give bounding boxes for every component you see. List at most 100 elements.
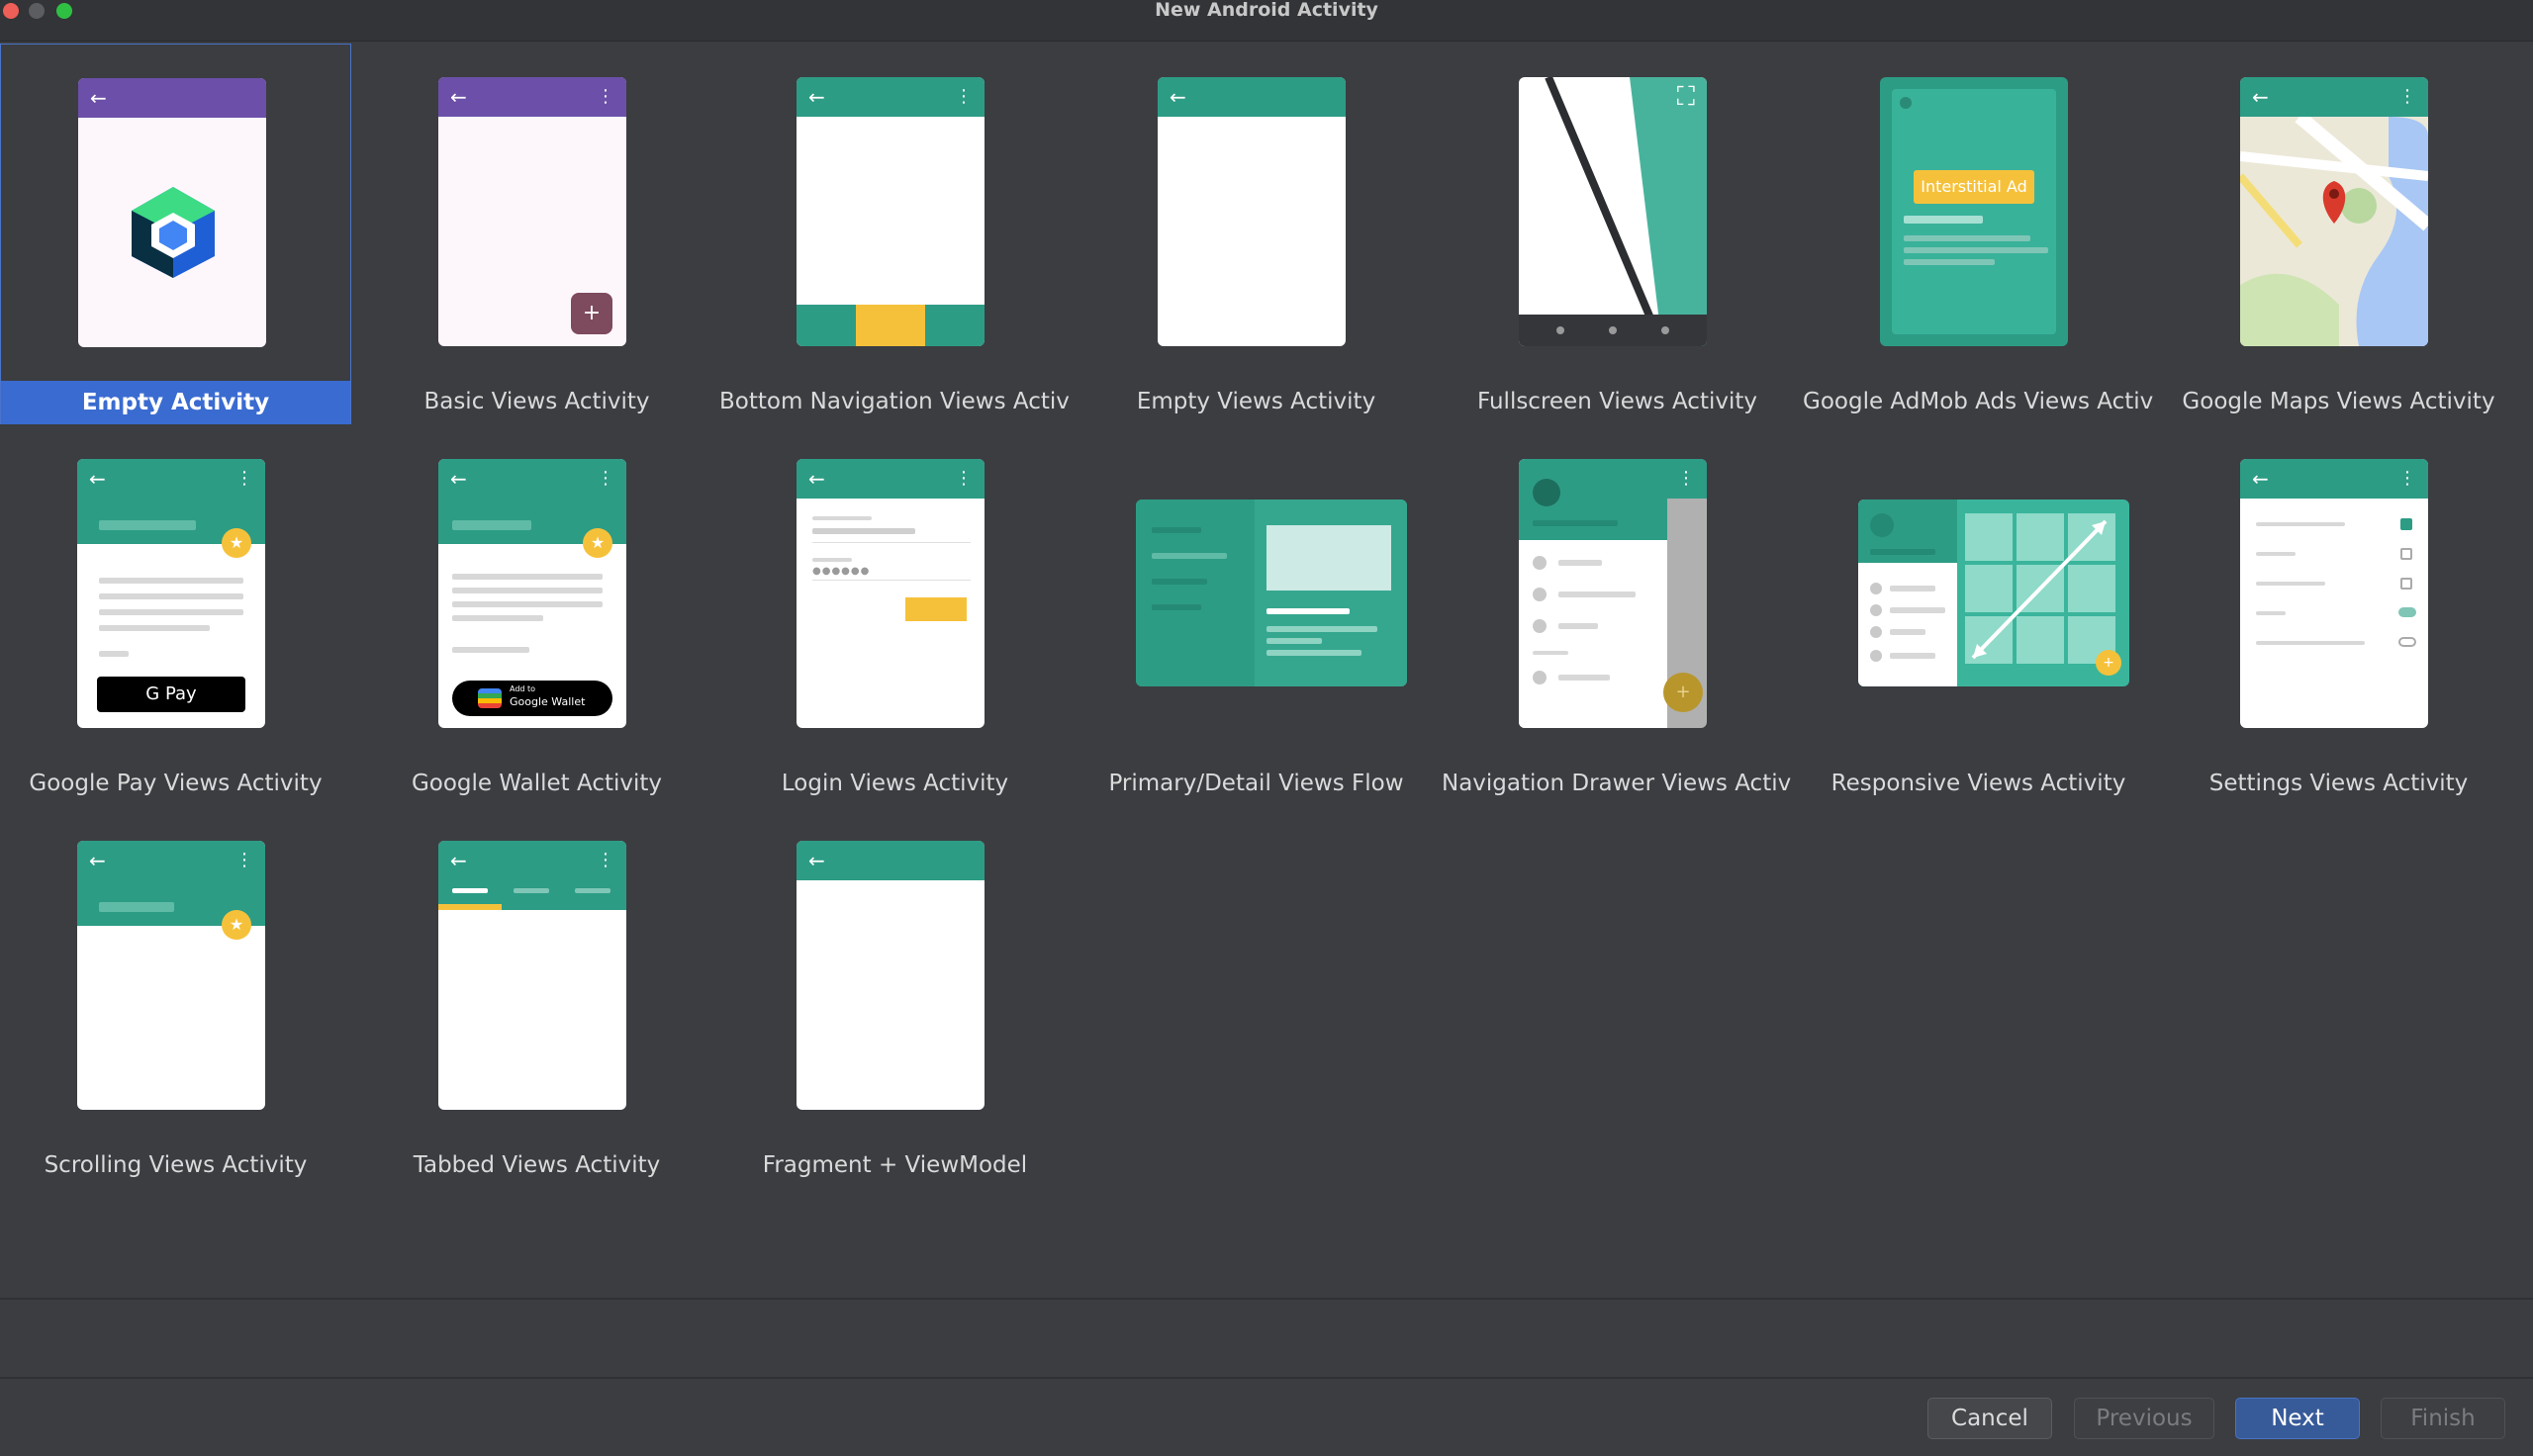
back-arrow-icon: ← — [2252, 467, 2269, 491]
template-grid: ← Empty Activity ← ⋮ + Basic Views Activi… — [0, 44, 2533, 1296]
template-empty-views-activity[interactable]: ← Empty Views Activity — [1080, 44, 1432, 424]
template-label: Google Maps Views Activity — [2182, 389, 2495, 414]
template-label: Fragment + ViewModel — [762, 1152, 1028, 1178]
back-arrow-icon: ← — [450, 849, 467, 872]
template-thumbnail: + — [1858, 500, 2129, 686]
checkbox-checked-icon — [2400, 518, 2412, 530]
template-label: Empty Views Activity — [1136, 389, 1376, 414]
template-thumbnail: ← — [797, 841, 985, 1110]
template-thumbnail: ← ⋮ + — [438, 77, 626, 346]
template-label: Responsive Views Activity — [1830, 771, 2126, 796]
login-button — [905, 597, 967, 621]
detail-pane — [1255, 500, 1407, 686]
template-label: Settings Views Activity — [2208, 771, 2469, 796]
overflow-menu-icon: ⋮ — [2398, 86, 2416, 107]
template-responsive-views-activity[interactable]: + Responsive Views Activity — [1803, 425, 2154, 806]
template-thumbnail: ← ⋮ — [438, 841, 626, 1110]
fullscreen-graphic — [1519, 77, 1707, 346]
overflow-menu-icon: ⋮ — [955, 468, 973, 489]
cancel-button[interactable]: Cancel — [1927, 1398, 2052, 1439]
template-thumbnail: ← ⛶ — [1519, 77, 1707, 346]
template-thumbnail: ← ⋮ ●●●●●● — [797, 459, 985, 728]
template-tabbed-views-activity[interactable]: ← ⋮ Tabbed Views Activity — [361, 807, 712, 1188]
template-settings-views-activity[interactable]: ← ⋮ Settings Views Activity — [2163, 425, 2514, 806]
template-thumbnail: ← ⋮ — [2240, 459, 2428, 728]
compose-logo-icon — [132, 187, 215, 278]
template-label: Bottom Navigation Views Activity — [719, 389, 1071, 414]
back-arrow-icon: ← — [450, 85, 467, 109]
template-scrolling-views-activity[interactable]: ← ⋮ ★ Scrolling Views Activity — [0, 807, 351, 1188]
add-to-google-wallet-button: Add to Google Wallet — [452, 681, 612, 716]
template-label: Google Pay Views Activity — [29, 771, 323, 796]
list-pane — [1858, 500, 1957, 686]
template-thumbnail: ← — [78, 78, 266, 347]
primary-pane — [1136, 500, 1255, 686]
template-thumbnail: ← — [1158, 77, 1346, 346]
template-google-wallet-activity[interactable]: ← ⋮ ★ Add to Google Wallet Google Wallet … — [361, 425, 712, 806]
star-fab-icon: ★ — [583, 528, 612, 558]
template-label: Navigation Drawer Views Activity — [1442, 771, 1793, 796]
overflow-menu-icon: ⋮ — [1677, 468, 1695, 489]
next-button[interactable]: Next — [2235, 1398, 2360, 1439]
toggle-off-icon — [2398, 637, 2416, 647]
template-thumbnail: ⋮ + — [1519, 459, 1707, 728]
template-navigation-drawer-views-activity[interactable]: ⋮ + Navigation Drawer Views Activity — [1442, 425, 1793, 806]
template-primary-detail-views-flow[interactable]: Primary/Detail Views Flow — [1080, 425, 1432, 806]
back-arrow-icon: ← — [450, 467, 467, 491]
wallet-icon — [478, 688, 502, 708]
star-fab-icon: + — [2096, 650, 2121, 676]
star-fab-icon: ★ — [222, 528, 251, 558]
template-thumbnail — [1136, 500, 1407, 686]
password-dots: ●●●●●● — [812, 566, 871, 577]
back-arrow-icon: ← — [808, 85, 825, 109]
overflow-menu-icon: ⋮ — [597, 850, 614, 870]
template-basic-views-activity[interactable]: ← ⋮ + Basic Views Activity — [361, 44, 712, 424]
star-fab-icon: ★ — [222, 910, 251, 940]
template-google-admob-ads-views-activity[interactable]: Interstitial Ad Google AdMob Ads Views A… — [1803, 44, 2154, 424]
template-label: Login Views Activity — [781, 771, 1009, 796]
template-google-pay-views-activity[interactable]: ← ⋮ ★ G Pay Google Pay Views Activity — [0, 425, 351, 806]
overflow-menu-icon: ⋮ — [597, 86, 614, 107]
back-arrow-icon: ← — [808, 467, 825, 491]
template-fullscreen-views-activity[interactable]: ← ⛶ Fullscreen Views Activity — [1442, 44, 1793, 424]
checkbox-icon — [2400, 548, 2412, 560]
template-bottom-navigation-views-activity[interactable]: ← ⋮ Bottom Navigation Views Activity — [719, 44, 1071, 424]
overflow-menu-icon: ⋮ — [235, 468, 253, 489]
divider — [0, 1377, 2533, 1379]
template-label: Scrolling Views Activity — [44, 1152, 308, 1178]
back-arrow-icon: ← — [1531, 85, 1548, 109]
checkbox-icon — [2400, 578, 2412, 590]
back-arrow-icon: ← — [1170, 85, 1186, 109]
template-thumbnail: ← ⋮ ★ — [77, 841, 265, 1110]
divider — [0, 1298, 2533, 1300]
selected-tab-indicator — [438, 904, 502, 910]
star-fab-icon: + — [1663, 673, 1703, 712]
window-title: New Android Activity — [1155, 0, 1378, 21]
overflow-menu-icon: ⋮ — [597, 468, 614, 489]
back-arrow-icon: ← — [2252, 85, 2269, 109]
template-label: Empty Activity — [1, 381, 350, 424]
template-fragment-viewmodel[interactable]: ← Fragment + ViewModel — [719, 807, 1071, 1188]
template-label: Google AdMob Ads Views Activ... — [1803, 389, 2154, 414]
template-login-views-activity[interactable]: ← ⋮ ●●●●●● Login Views Activity — [719, 425, 1071, 806]
back-arrow-icon: ← — [90, 86, 107, 110]
template-thumbnail: ← ⋮ — [2240, 77, 2428, 346]
fullscreen-icon: ⛶ — [1676, 82, 1695, 112]
finish-button[interactable]: Finish — [2381, 1398, 2505, 1439]
map-graphic — [2240, 111, 2428, 346]
template-google-maps-views-activity[interactable]: ← ⋮ Google Maps Views Activity — [2163, 44, 2514, 424]
overflow-menu-icon: ⋮ — [235, 850, 253, 870]
toggle-on-icon — [2398, 607, 2416, 617]
template-empty-activity[interactable]: ← Empty Activity — [0, 44, 351, 424]
template-label: Primary/Detail Views Flow — [1108, 771, 1404, 796]
template-thumbnail: ← ⋮ ★ Add to Google Wallet — [438, 459, 626, 728]
previous-button[interactable]: Previous — [2074, 1398, 2214, 1439]
back-arrow-icon: ← — [808, 849, 825, 872]
template-label: Fullscreen Views Activity — [1477, 389, 1757, 414]
back-arrow-icon: ← — [89, 849, 106, 872]
overflow-menu-icon: ⋮ — [955, 86, 973, 107]
template-thumbnail: ← ⋮ — [797, 77, 985, 346]
template-thumbnail: ← ⋮ ★ G Pay — [77, 459, 265, 728]
template-thumbnail: Interstitial Ad — [1880, 77, 2068, 346]
drawer-panel — [1519, 459, 1667, 728]
